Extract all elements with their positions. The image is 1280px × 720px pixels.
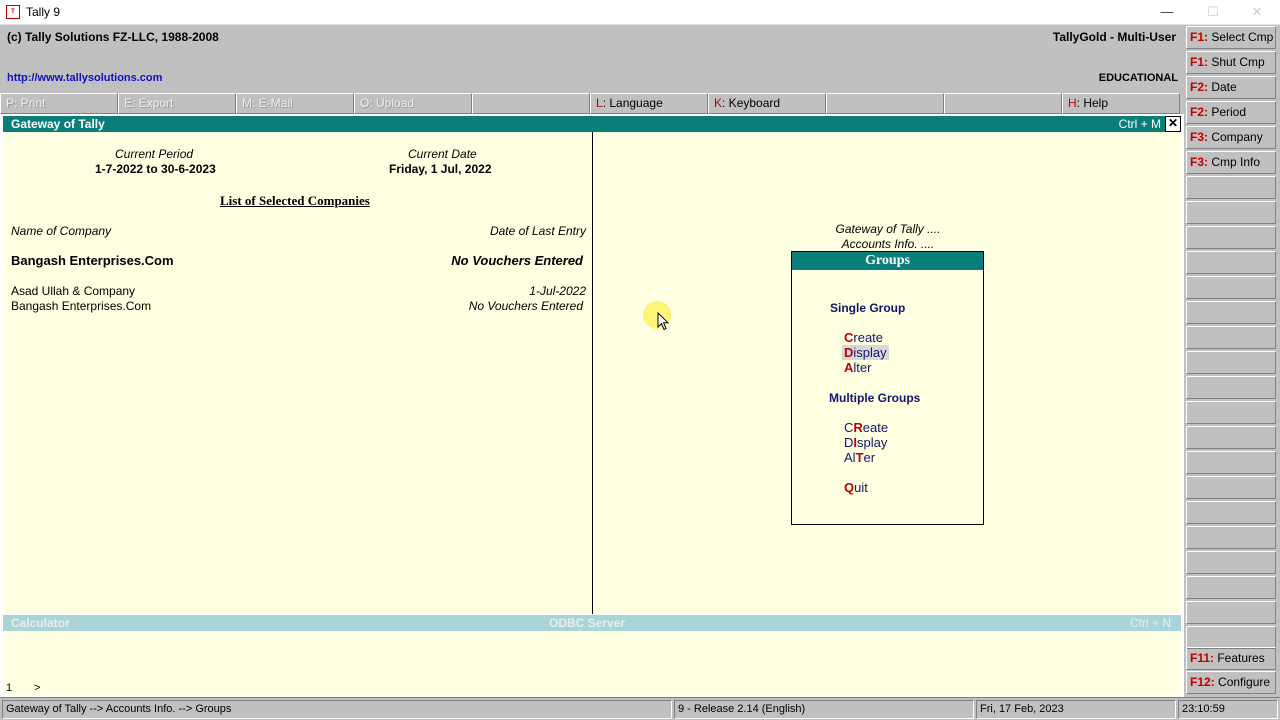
- active-company-last-entry: No Vouchers Entered: [451, 253, 583, 268]
- multiple-groups-heading: Multiple Groups: [829, 391, 921, 405]
- features-button[interactable]: F11: Features: [1186, 647, 1276, 670]
- shut-company-button[interactable]: F1: Shut Cmp: [1186, 51, 1276, 74]
- gateway-shortcut: Ctrl + M: [1118, 117, 1161, 131]
- mouse-pointer-icon: [657, 312, 669, 331]
- groups-menu-title: Groups: [792, 252, 983, 270]
- empty-panel-button: [1186, 576, 1276, 599]
- menu-upload[interactable]: O: Upload: [354, 93, 472, 114]
- edition-label: EDUCATIONAL: [1098, 72, 1178, 84]
- calculator-bar: Calculator ODBC Server Ctrl + N: [3, 615, 1181, 631]
- current-date-value[interactable]: Friday, 1 Jul, 2022: [389, 162, 492, 176]
- breadcrumb-gateway: Gateway of Tally ....: [835, 222, 941, 236]
- date-button[interactable]: F2: Date: [1186, 76, 1276, 99]
- menu-export[interactable]: E: Export: [118, 93, 236, 114]
- calculator-line-number: 1: [6, 682, 13, 694]
- groups-menu: Groups Single Group Create Display Alter…: [791, 251, 984, 525]
- status-date: Fri, 17 Feb, 2023: [976, 700, 1176, 719]
- maximize-button[interactable]: ☐: [1190, 0, 1236, 25]
- calculator-area[interactable]: 1 >: [3, 631, 1181, 695]
- empty-panel-button: [1186, 176, 1276, 199]
- empty-panel-button: [1186, 626, 1276, 649]
- menu-keyboard[interactable]: K: Keyboard: [708, 93, 826, 114]
- single-group-heading: Single Group: [830, 301, 906, 315]
- company-name[interactable]: Bangash Enterprises.Com: [11, 299, 151, 313]
- empty-panel-button: [1186, 326, 1276, 349]
- menu-item-display[interactable]: Display: [842, 345, 889, 360]
- calculator-label[interactable]: Calculator: [11, 616, 70, 630]
- tally-app-icon: T: [6, 5, 20, 19]
- empty-panel-button: [1186, 201, 1276, 224]
- right-button-panel: F1: Select Cmp F1: Shut Cmp F2: Date F2:…: [1184, 25, 1280, 697]
- minimize-button[interactable]: —: [1144, 0, 1190, 25]
- current-date-label: Current Date: [408, 147, 477, 161]
- gateway-title: Gateway of Tally: [11, 117, 105, 131]
- empty-panel-button: [1186, 301, 1276, 324]
- company-last-entry: No Vouchers Entered: [468, 299, 583, 313]
- menu-empty-1: [472, 93, 590, 114]
- menu-empty-2: [826, 93, 944, 114]
- website-link[interactable]: http://www.tallysolutions.com: [7, 72, 162, 84]
- company-button[interactable]: F3: Company: [1186, 126, 1276, 149]
- empty-panel-button: [1186, 276, 1276, 299]
- menu-item-quit[interactable]: Quit: [844, 480, 868, 495]
- empty-panel-button: [1186, 526, 1276, 549]
- empty-panel-button: [1186, 401, 1276, 424]
- current-period-label: Current Period: [115, 147, 194, 161]
- empty-panel-button: [1186, 351, 1276, 374]
- empty-panel-button: [1186, 426, 1276, 449]
- close-icon[interactable]: ✕: [1165, 116, 1181, 132]
- menu-item-multi-display[interactable]: DIsplay: [844, 435, 887, 450]
- company-name[interactable]: Asad Ullah & Company: [11, 284, 135, 298]
- empty-panel-button: [1186, 601, 1276, 624]
- current-period-value[interactable]: 1-7-2022 to 30-6-2023: [95, 162, 216, 176]
- empty-panel-button: [1186, 251, 1276, 274]
- copyright-text: (c) Tally Solutions FZ-LLC, 1988-2008: [7, 30, 219, 44]
- main-panel: Current Period 1-7-2022 to 30-6-2023 Cur…: [3, 132, 1181, 614]
- menu-help[interactable]: H: Help: [1062, 93, 1180, 114]
- configure-button[interactable]: F12: Configure: [1186, 671, 1276, 694]
- empty-panel-button: [1186, 451, 1276, 474]
- window-titlebar: T Tally 9 — ☐ ✕: [0, 0, 1280, 25]
- companies-list-title: List of Selected Companies: [220, 193, 370, 208]
- menu-email[interactable]: M: E-Mail: [236, 93, 354, 114]
- window-title: Tally 9: [26, 5, 61, 19]
- menu-language[interactable]: L: Language: [590, 93, 708, 114]
- odbc-server-label: ODBC Server: [549, 616, 626, 630]
- empty-panel-button: [1186, 551, 1276, 574]
- col-company-header: Name of Company: [11, 224, 112, 238]
- calculator-prompt: >: [34, 682, 41, 694]
- empty-panel-button: [1186, 226, 1276, 249]
- menu-item-multi-alter[interactable]: AlTer: [844, 450, 875, 465]
- gateway-title-bar: Gateway of Tally Ctrl + M ✕: [3, 116, 1181, 132]
- top-menu-bar: P: Print E: Export M: E-Mail O: Upload L…: [0, 93, 1184, 114]
- menu-empty-3: [944, 93, 1062, 114]
- menu-print[interactable]: P: Print: [0, 93, 118, 114]
- period-button[interactable]: F2: Period: [1186, 101, 1276, 124]
- panel-divider: [592, 132, 593, 614]
- info-header: (c) Tally Solutions FZ-LLC, 1988-2008 ht…: [0, 25, 1184, 93]
- col-last-entry-header: Date of Last Entry: [489, 224, 586, 238]
- active-company-name[interactable]: Bangash Enterprises.Com: [11, 253, 174, 268]
- empty-panel-button: [1186, 376, 1276, 399]
- company-last-entry: 1-Jul-2022: [529, 284, 586, 298]
- close-window-button[interactable]: ✕: [1234, 0, 1280, 25]
- status-bar: Gateway of Tally --> Accounts Info. --> …: [0, 697, 1280, 720]
- breadcrumb-accounts-info: Accounts Info. ....: [841, 237, 935, 251]
- product-name: TallyGold - Multi-User: [1052, 30, 1176, 44]
- status-time: 23:10:59: [1178, 700, 1278, 719]
- status-path: Gateway of Tally --> Accounts Info. --> …: [2, 700, 672, 719]
- menu-item-alter[interactable]: Alter: [844, 360, 871, 375]
- empty-panel-button: [1186, 476, 1276, 499]
- status-release: 9 - Release 2.14 (English): [674, 700, 974, 719]
- select-company-button[interactable]: F1: Select Cmp: [1186, 26, 1276, 49]
- company-info-button[interactable]: F3: Cmp Info: [1186, 151, 1276, 174]
- calculator-shortcut: Ctrl + N: [1129, 616, 1171, 630]
- empty-panel-button: [1186, 501, 1276, 524]
- menu-item-multi-create[interactable]: CReate: [844, 420, 888, 435]
- menu-item-create[interactable]: Create: [844, 330, 883, 345]
